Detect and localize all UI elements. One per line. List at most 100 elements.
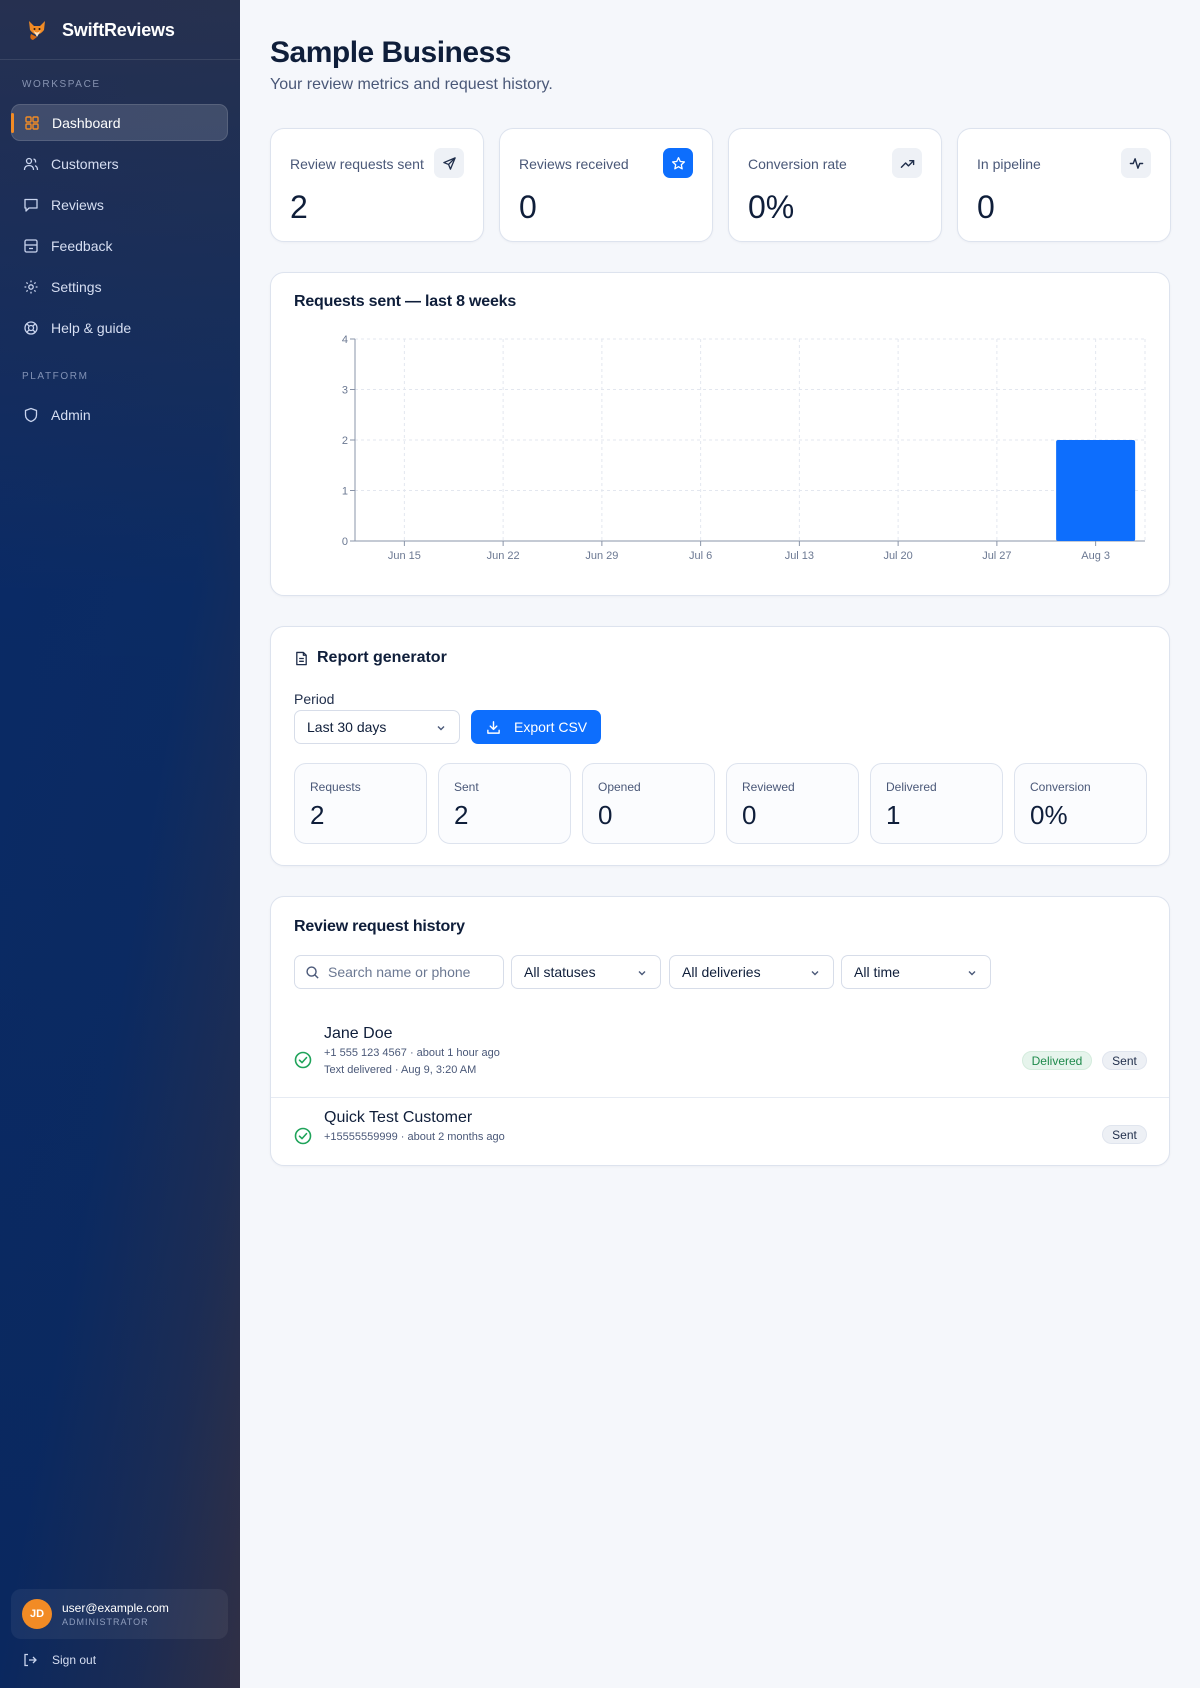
user-role: ADMINISTRATOR xyxy=(62,1617,149,1627)
time-filter-value: All time xyxy=(854,964,900,980)
search-icon xyxy=(306,965,319,979)
x-tick-label: Jul 27 xyxy=(982,550,1011,562)
workspace-nav: Dashboard Customers Reviews Feedback Set… xyxy=(11,104,228,350)
x-tick-label: Jun 29 xyxy=(585,550,618,562)
metric-delivered: Delivered 1 xyxy=(870,763,1003,844)
metric-sent: Sent 2 xyxy=(438,763,571,844)
period-label: Period xyxy=(294,691,335,707)
sidebar-item-help[interactable]: Help & guide xyxy=(11,309,228,346)
chevron-down-icon xyxy=(638,971,646,976)
stat-value: 2 xyxy=(290,189,308,225)
customer-name: Quick Test Customer xyxy=(324,1109,473,1126)
platform-section-label: PLATFORM xyxy=(22,371,89,382)
period-select-value: Last 30 days xyxy=(307,719,387,735)
status-filter-value: All statuses xyxy=(524,964,596,980)
x-tick-label: Jun 15 xyxy=(388,550,421,562)
bar xyxy=(1056,440,1136,541)
sidebar-item-label: Reviews xyxy=(51,196,104,213)
stat-label: Reviews received xyxy=(519,156,629,172)
sidebar-item-admin[interactable]: Admin xyxy=(11,396,228,433)
customer-name: Jane Doe xyxy=(324,1025,393,1042)
row-divider xyxy=(271,1097,1169,1098)
chevron-down-icon xyxy=(437,726,445,731)
x-tick-label: Jun 22 xyxy=(487,550,520,562)
metric-opened: Opened 0 xyxy=(582,763,715,844)
page-subtitle: Your review metrics and request history. xyxy=(270,76,553,93)
send-icon xyxy=(434,148,464,178)
metric-label: Delivered xyxy=(886,780,937,794)
stat-label: In pipeline xyxy=(977,156,1041,172)
activity-icon xyxy=(1121,148,1151,178)
metric-value: 0 xyxy=(598,800,613,830)
delivered-badge: Delivered xyxy=(1022,1051,1092,1070)
report-title: Report generator xyxy=(294,649,447,667)
brand[interactable]: SwiftReviews xyxy=(24,16,175,44)
platform-nav: Admin xyxy=(11,396,228,437)
sidebar-item-feedback[interactable]: Feedback xyxy=(11,227,228,264)
stat-card-in-pipeline: In pipeline 0 xyxy=(957,128,1171,242)
period-select[interactable]: Last 30 days xyxy=(294,710,460,744)
user-info: user@example.com ADMINISTRATOR xyxy=(62,1601,169,1627)
metric-label: Requests xyxy=(310,780,361,794)
metric-value: 1 xyxy=(886,800,901,830)
search-placeholder: Search name or phone xyxy=(328,964,471,980)
sidebar-item-label: Dashboard xyxy=(52,114,121,131)
message-square-icon xyxy=(24,198,38,212)
delivery-filter-value: All deliveries xyxy=(682,964,761,980)
sidebar-item-label: Admin xyxy=(51,406,91,423)
metric-value: 2 xyxy=(454,800,469,830)
chevron-down-icon xyxy=(811,971,819,976)
sidebar-item-settings[interactable]: Settings xyxy=(11,268,228,305)
shield-icon xyxy=(24,407,38,422)
user-email: user@example.com xyxy=(62,1601,169,1615)
status-badge: Sent xyxy=(1102,1051,1147,1070)
metric-conversion: Conversion 0% xyxy=(1014,763,1147,844)
trending-up-icon xyxy=(892,148,922,178)
sidebar-item-customers[interactable]: Customers xyxy=(11,145,228,182)
x-tick-label: Aug 3 xyxy=(1081,550,1110,562)
y-tick-label: 2 xyxy=(342,435,348,447)
y-tick-label: 3 xyxy=(342,385,348,397)
status-filter-select[interactable]: All statuses xyxy=(511,955,661,989)
x-tick-label: Jul 13 xyxy=(785,550,814,562)
stat-card-conversion-rate: Conversion rate 0% xyxy=(728,128,942,242)
stat-label: Conversion rate xyxy=(748,156,847,172)
log-out-icon xyxy=(24,1653,37,1667)
delivery-detail: Text delivered · Aug 9, 3:20 AM xyxy=(324,1064,477,1076)
file-text-icon xyxy=(296,651,307,665)
gear-icon xyxy=(24,280,38,293)
sidebar: SwiftReviews WORKSPACE Dashboard Custome… xyxy=(0,0,240,1688)
avatar: JD xyxy=(22,1599,52,1629)
metric-label: Conversion xyxy=(1030,780,1091,794)
stat-label: Review requests sent xyxy=(290,156,424,172)
history-row[interactable]: Jane Doe +1 555 123 4567 · about 1 hour … xyxy=(271,1015,1169,1099)
report-title-label: Report generator xyxy=(317,649,447,666)
history-row[interactable]: Quick Test Customer +15555559999 · about… xyxy=(271,1099,1169,1165)
stat-value: 0 xyxy=(519,189,537,225)
user-card[interactable]: JD user@example.com ADMINISTRATOR xyxy=(11,1589,228,1639)
y-tick-label: 4 xyxy=(342,334,348,346)
sidebar-item-reviews[interactable]: Reviews xyxy=(11,186,228,223)
requests-bar-chart: 0 1 2 3 4 Jun 15 Jun 22 Jun 29 Jul 6 Jul 13 Jul 20… xyxy=(342,334,1146,562)
customer-meta: +15555559999 · about 2 months ago xyxy=(324,1131,505,1143)
metric-value: 0 xyxy=(742,800,757,830)
workspace-section-label: WORKSPACE xyxy=(22,79,101,90)
inbox-icon xyxy=(24,238,38,253)
stat-value: 0% xyxy=(748,189,795,225)
sign-out-button[interactable]: Sign out xyxy=(22,1652,96,1668)
time-filter-select[interactable]: All time xyxy=(841,955,991,989)
sidebar-item-label: Customers xyxy=(51,155,119,172)
chevron-down-icon xyxy=(968,971,976,976)
stat-value: 0 xyxy=(977,189,995,225)
star-icon xyxy=(663,148,693,178)
export-csv-button[interactable]: Export CSV xyxy=(471,710,601,744)
metric-requests: Requests 2 xyxy=(294,763,427,844)
sidebar-item-dashboard[interactable]: Dashboard xyxy=(11,104,228,141)
page-title: Sample Business xyxy=(270,36,511,69)
metric-value: 0% xyxy=(1030,800,1068,830)
metric-label: Sent xyxy=(454,780,479,794)
grid-icon xyxy=(25,115,39,130)
export-csv-label: Export CSV xyxy=(514,719,588,735)
delivery-filter-select[interactable]: All deliveries xyxy=(669,955,834,989)
search-input[interactable]: Search name or phone xyxy=(294,955,504,989)
